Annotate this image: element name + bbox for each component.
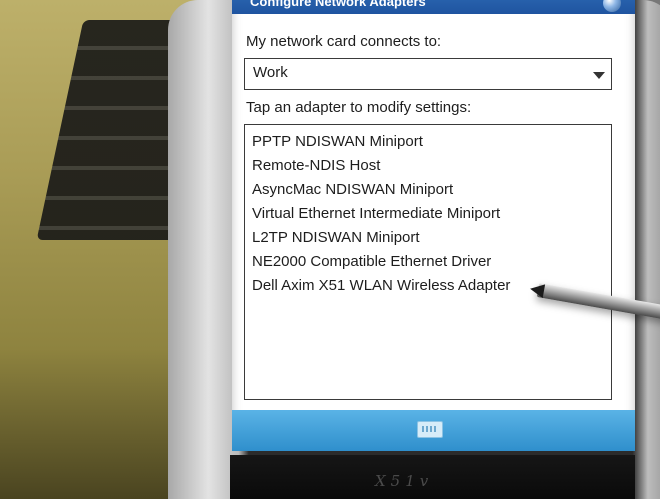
menu-bar [232,410,635,451]
network-dropdown-value: Work [253,64,288,81]
device-screen: Configure Network Adapters My network ca… [232,0,635,451]
adapter-item-ne2000[interactable]: NE2000 Compatible Ethernet Driver [252,250,491,274]
connection-label: My network card connects to: [246,33,442,50]
device-brand-label: X51v [375,472,434,490]
adapter-item-pptp[interactable]: PPTP NDISWAN Miniport [252,130,423,154]
adapter-item-remote-ndis[interactable]: Remote-NDIS Host [252,154,380,178]
adapter-list[interactable]: PPTP NDISWAN Miniport Remote-NDIS Host A… [244,124,612,400]
adapter-item-l2tp[interactable]: L2TP NDISWAN Miniport [252,226,420,250]
stylus-tip [528,281,546,299]
adapter-item-virtual-ethernet[interactable]: Virtual Ethernet Intermediate Miniport [252,202,500,226]
network-dropdown[interactable]: Work [244,58,612,90]
keyboard-icon[interactable] [417,421,443,438]
adapter-item-asyncmac[interactable]: AsyncMac NDISWAN Miniport [252,178,453,202]
adapter-item-wlan[interactable]: Dell Axim X51 WLAN Wireless Adapter [252,274,510,298]
adapter-list-label: Tap an adapter to modify settings: [246,99,472,116]
chevron-down-icon[interactable] [593,72,605,79]
window-title: Configure Network Adapters [250,0,426,9]
